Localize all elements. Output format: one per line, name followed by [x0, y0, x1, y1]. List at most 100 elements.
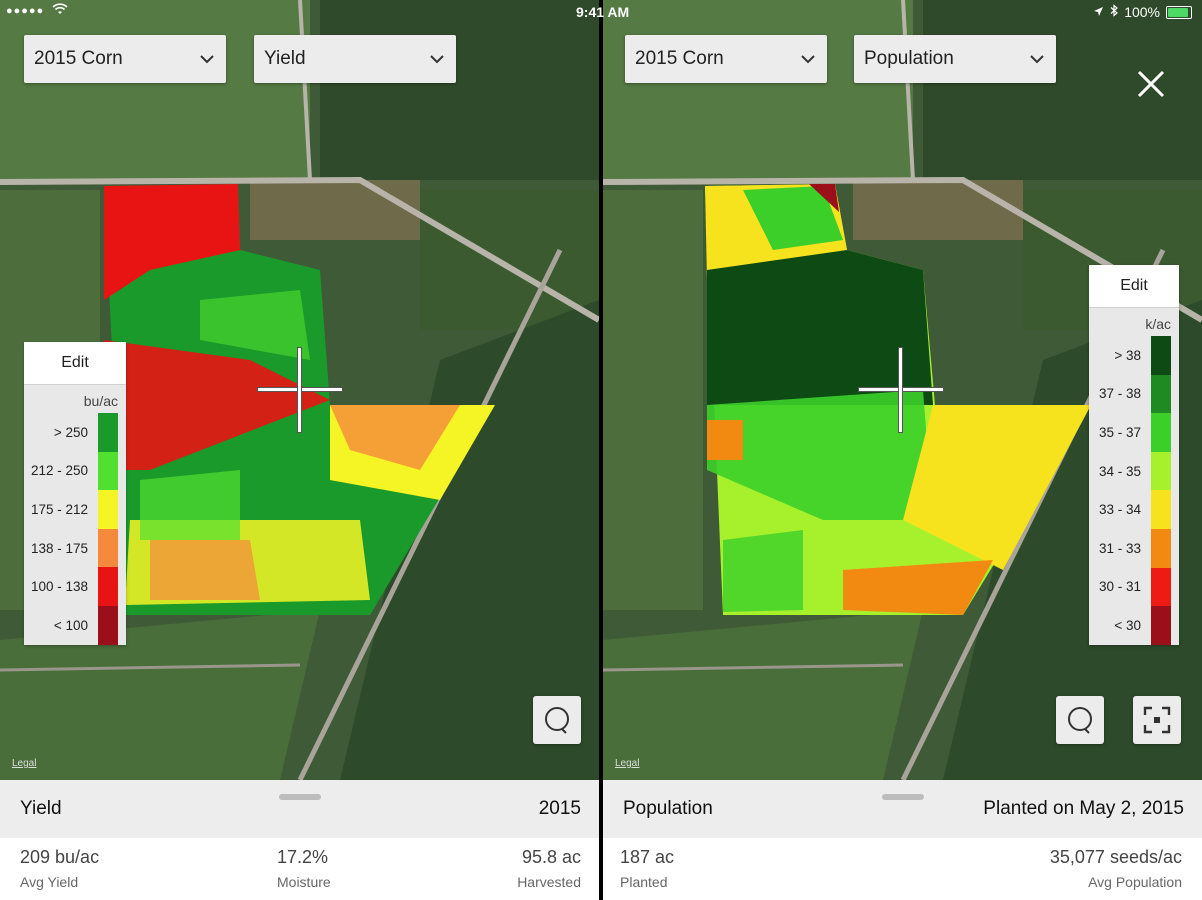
- stat-avg-population: 35,077 seeds/ac Avg Population: [1050, 847, 1182, 890]
- yield-map[interactable]: 2015 Corn Yield Edit bu/ac > 250 212 - 25…: [0, 0, 599, 780]
- legal-link[interactable]: Legal: [615, 758, 639, 769]
- legend-range-label: 138 - 175: [30, 540, 88, 556]
- panel-header[interactable]: Population Planted on May 2, 2015: [603, 780, 1202, 838]
- legend-swatch: [98, 528, 118, 568]
- panel-stats: 209 bu/ac Avg Yield 17.2% Moisture 95.8 …: [0, 838, 599, 900]
- legend-row: > 38: [1089, 336, 1179, 375]
- yield-legend: Edit bu/ac > 250 212 - 250 175 - 212 138 - …: [24, 342, 126, 645]
- clock: 9:41 AM: [576, 4, 630, 20]
- bluetooth-icon: [1110, 4, 1119, 20]
- stat-value: 209 bu/ac: [20, 847, 100, 867]
- legend-range-label: < 30: [1114, 617, 1141, 633]
- legend-row: < 30: [1089, 606, 1179, 645]
- legend-edit-button[interactable]: Edit: [24, 342, 126, 385]
- yield-pane: 2015 Corn Yield Edit bu/ac > 250 212 - 25…: [0, 0, 599, 900]
- panel-header[interactable]: Yield 2015: [0, 780, 599, 838]
- legend-swatch: [1151, 451, 1171, 491]
- layer-dropdown-label: Yield: [264, 48, 306, 69]
- legend-range-label: 35 - 37: [1098, 424, 1141, 440]
- stat-label: Planted: [620, 874, 668, 890]
- layer-dropdown[interactable]: Population: [854, 35, 1056, 83]
- legend-rows: > 250 212 - 250 175 - 212 138 - 175 100 - 13…: [24, 413, 126, 645]
- legend-row: 33 - 34: [1089, 490, 1179, 529]
- legend-row: 35 - 37: [1089, 413, 1179, 452]
- panel-subtitle: 2015: [538, 798, 581, 819]
- status-right: 100%: [1093, 4, 1192, 20]
- legend-swatch: [1151, 528, 1171, 568]
- boundary-lasso-button[interactable]: [1056, 696, 1104, 744]
- legend-range-label: 34 - 35: [1098, 463, 1141, 479]
- legend-swatch: [98, 413, 118, 452]
- legend-range-label: 175 - 212: [30, 501, 88, 517]
- legend-row: 175 - 212: [24, 490, 126, 529]
- stat-label: Harvested: [517, 874, 581, 890]
- stat-label: Avg Population: [1088, 874, 1182, 890]
- legend-row: 30 - 31: [1089, 567, 1179, 607]
- legend-row: 100 - 138: [24, 567, 126, 606]
- legal-link[interactable]: Legal: [12, 758, 36, 769]
- legend-swatch: [98, 451, 118, 491]
- legend-range-label: > 38: [1114, 347, 1141, 363]
- legend-row: 31 - 33: [1089, 528, 1179, 568]
- battery-percent: 100%: [1124, 4, 1160, 20]
- stat-value: 95.8 ac: [521, 847, 581, 867]
- layer-dropdown[interactable]: Yield: [254, 35, 456, 83]
- signal-strength: ●●●●●: [6, 5, 45, 17]
- legend-unit: bu/ac: [83, 393, 118, 409]
- stat-value: 187 ac: [620, 847, 675, 867]
- season-dropdown[interactable]: 2015 Corn: [625, 35, 827, 83]
- lasso-icon: [545, 707, 569, 734]
- legend-row: 34 - 35: [1089, 451, 1179, 491]
- legend-swatch: [1151, 567, 1171, 607]
- fullscreen-button[interactable]: [1133, 696, 1181, 744]
- stat-value: 17.2%: [277, 847, 329, 867]
- legend-row: 138 - 175: [24, 528, 126, 568]
- legend-swatch: [1151, 490, 1171, 529]
- population-summary-panel: Population Planted on May 2, 2015 187 ac…: [603, 780, 1202, 900]
- panel-stats: 187 ac Planted 35,077 seeds/ac Avg Popul…: [603, 838, 1202, 900]
- boundary-lasso-button[interactable]: [533, 696, 581, 744]
- battery-icon: [1166, 5, 1192, 19]
- panel-subtitle: Planted on May 2, 2015: [983, 798, 1184, 819]
- split-divider[interactable]: [599, 0, 603, 900]
- panel-title: Population: [623, 798, 713, 819]
- season-dropdown[interactable]: 2015 Corn: [24, 35, 226, 83]
- season-dropdown-label: 2015 Corn: [635, 48, 724, 69]
- stat-planted: 187 ac Planted: [620, 847, 674, 890]
- legend-edit-button[interactable]: Edit: [1089, 265, 1179, 308]
- legend-swatch: [1151, 606, 1171, 645]
- close-icon[interactable]: [1133, 66, 1169, 102]
- legend-unit: k/ac: [1145, 316, 1171, 332]
- population-legend: Edit k/ac > 38 37 - 38 35 - 37 34 - 35 33 - …: [1089, 265, 1179, 645]
- stat-harvested: 95.8 ac Harvested: [517, 847, 581, 890]
- legend-range-label: < 100: [53, 617, 88, 633]
- stat-avg-yield: 209 bu/ac Avg Yield: [20, 847, 99, 890]
- legend-swatch: [1151, 374, 1171, 414]
- population-pane: 2015 Corn Population Edit k/ac > 38 37 - …: [603, 0, 1202, 900]
- location-icon: [1093, 4, 1104, 20]
- stat-label: Avg Yield: [20, 874, 79, 890]
- chevron-down-icon: [430, 55, 444, 64]
- lasso-icon: [1068, 707, 1092, 734]
- legend-swatch: [1151, 336, 1171, 375]
- fullscreen-icon: [1143, 706, 1171, 734]
- drag-handle[interactable]: [279, 794, 321, 800]
- legend-range-label: 100 - 138: [30, 579, 88, 595]
- chevron-down-icon: [1030, 55, 1044, 64]
- status-bar: ●●●●● 9:41 AM 100%: [0, 0, 1202, 24]
- stat-value: 35,077 seeds/ac: [1049, 847, 1182, 867]
- yield-summary-panel: Yield 2015 209 bu/ac Avg Yield 17.2% Moi…: [0, 780, 599, 900]
- legend-row: 212 - 250: [24, 451, 126, 491]
- chevron-down-icon: [801, 55, 815, 64]
- legend-row: < 100: [24, 605, 126, 645]
- crosshair-icon: [858, 347, 944, 433]
- drag-handle[interactable]: [882, 794, 924, 800]
- population-map[interactable]: 2015 Corn Population Edit k/ac > 38 37 - …: [603, 0, 1202, 780]
- legend-range-label: 212 - 250: [30, 463, 88, 479]
- legend-swatch: [98, 567, 118, 606]
- legend-range-label: 33 - 34: [1098, 502, 1141, 518]
- legend-range-label: 37 - 38: [1098, 386, 1141, 402]
- legend-row: 37 - 38: [1089, 374, 1179, 414]
- legend-range-label: 31 - 33: [1098, 540, 1141, 556]
- legend-range-label: 30 - 31: [1098, 579, 1141, 595]
